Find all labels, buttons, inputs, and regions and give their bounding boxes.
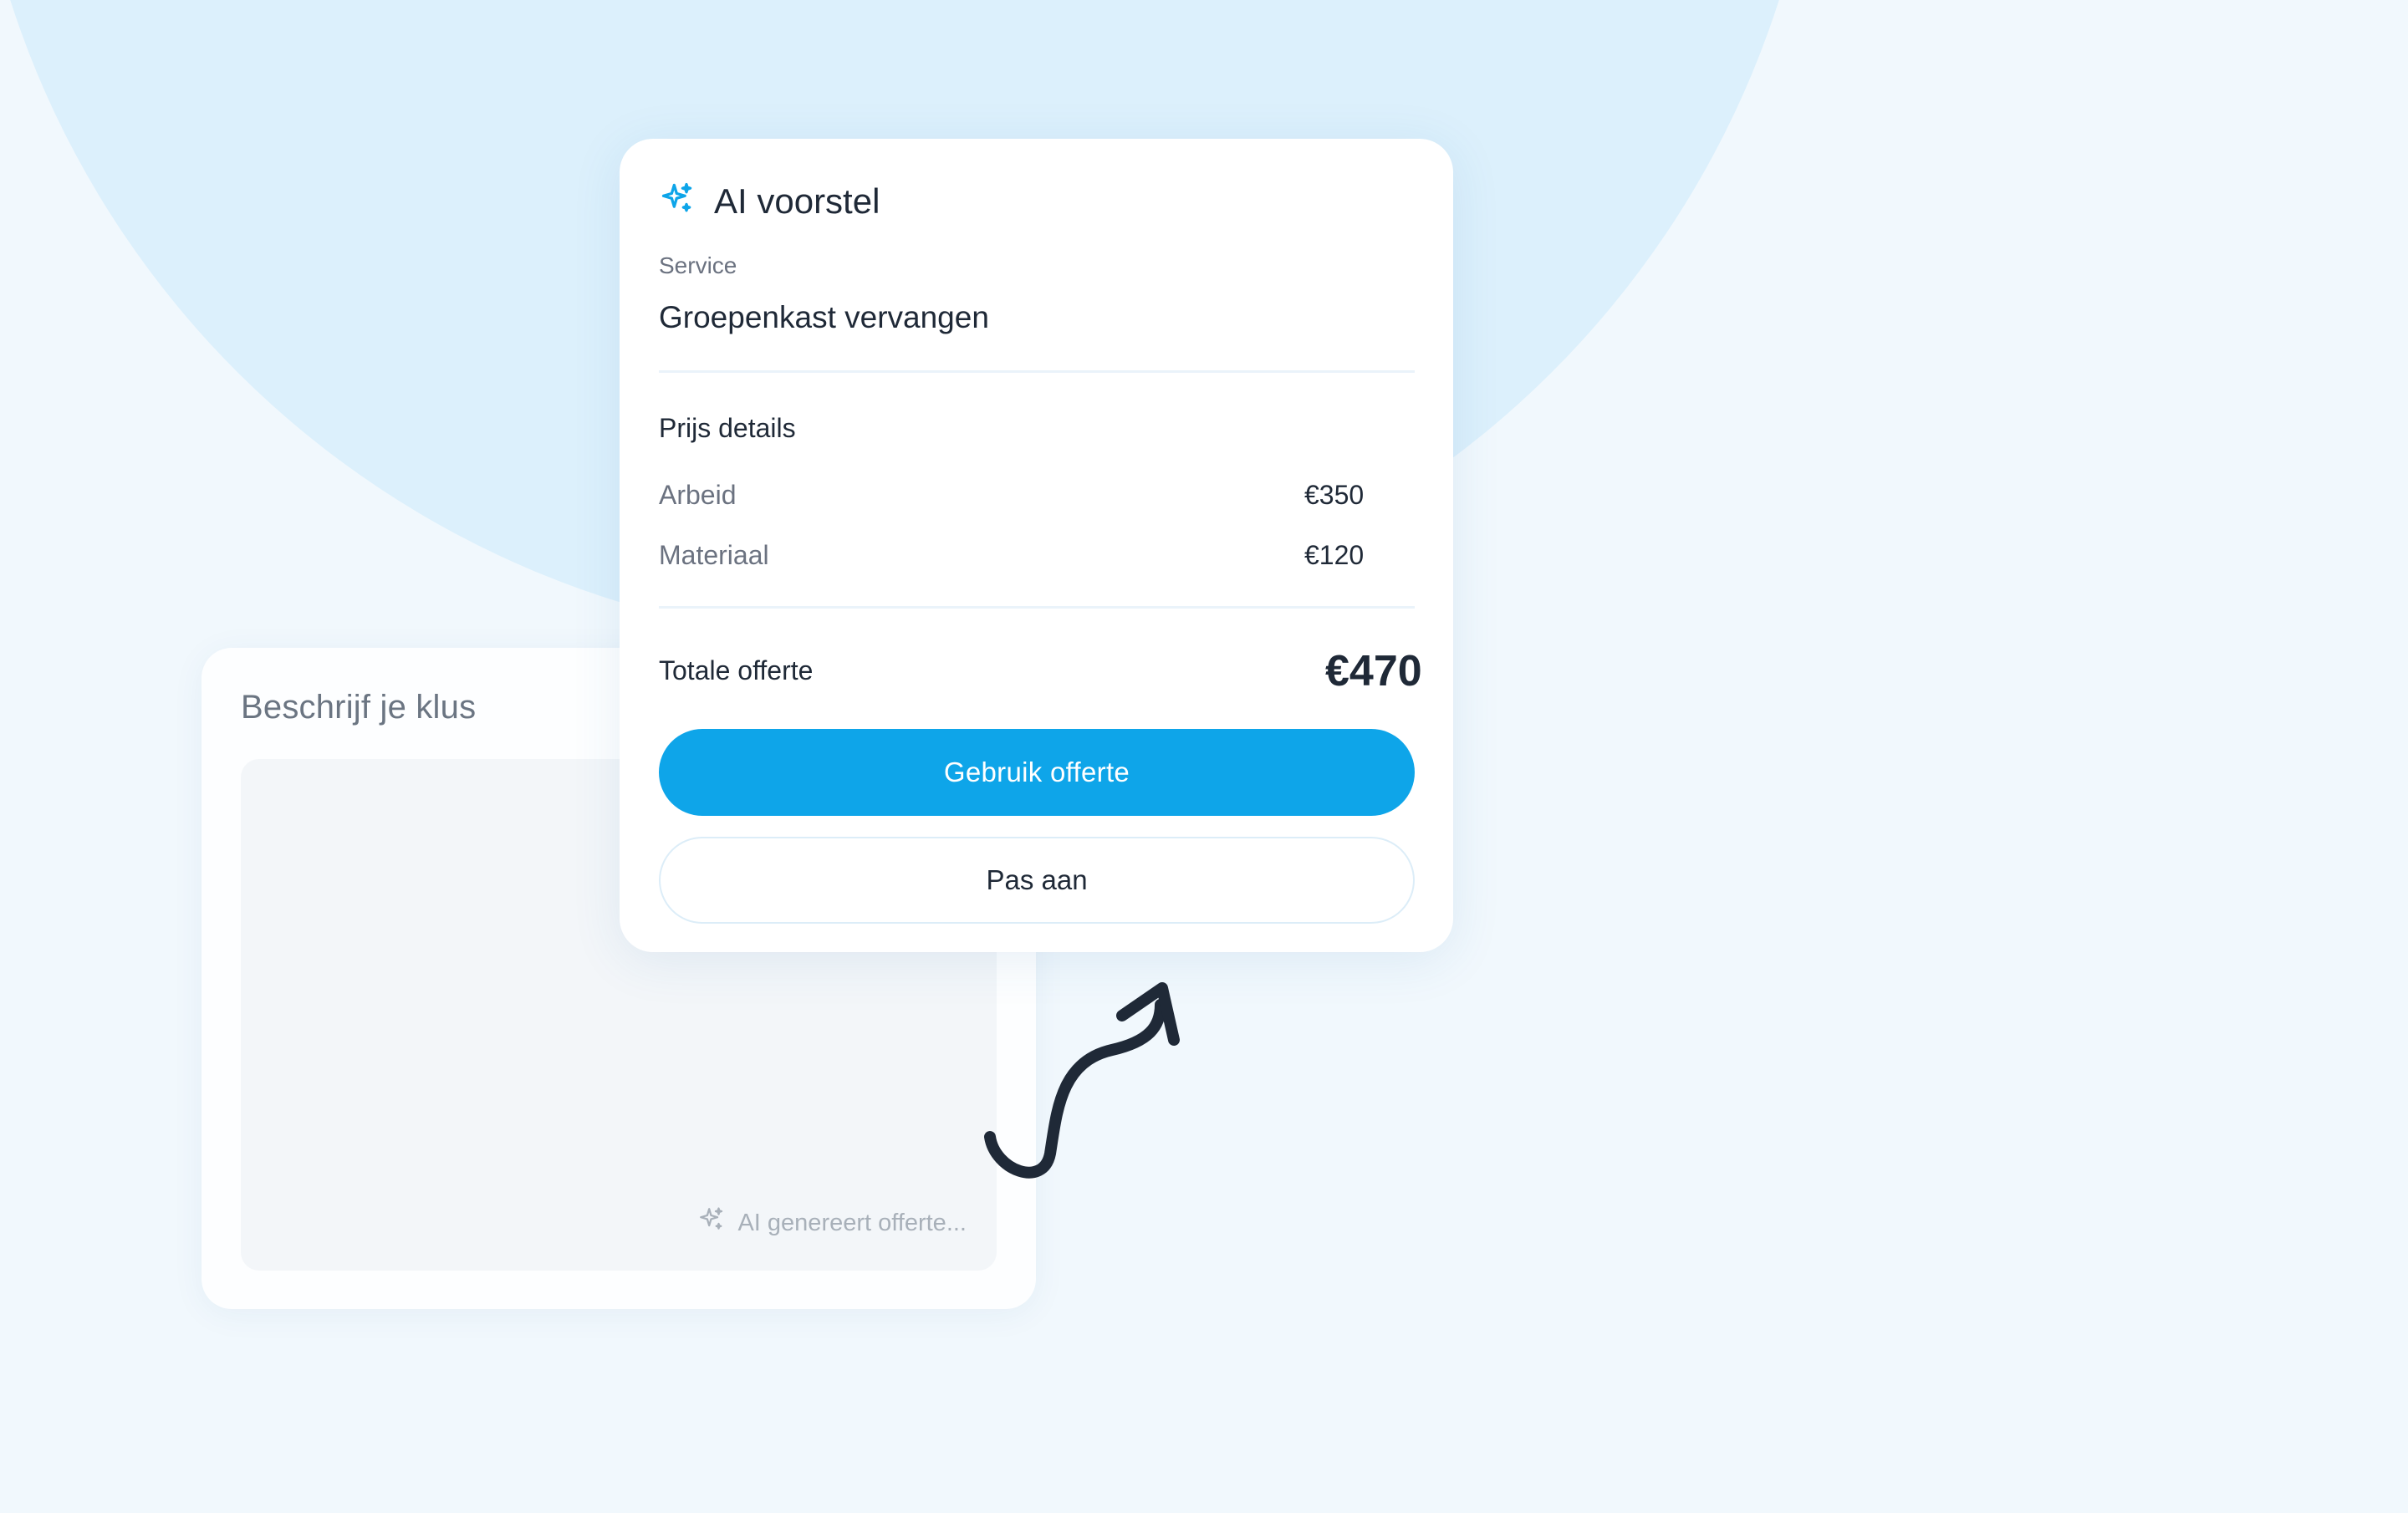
- total-value: €470: [1325, 647, 1422, 695]
- service-value: Groepenkast vervangen: [659, 300, 989, 334]
- total-label: Totale offerte: [659, 655, 814, 685]
- price-row-value: €350: [1304, 480, 1365, 510]
- divider: [659, 370, 1415, 373]
- use-quote-button[interactable]: Gebruik offerte: [659, 729, 1415, 816]
- ai-card-header: AI voorstel: [659, 181, 880, 222]
- ai-status-text: AI genereert offerte...: [737, 1209, 967, 1236]
- price-details-title: Prijs details: [659, 413, 796, 443]
- ai-card-title: AI voorstel: [714, 181, 880, 221]
- sparkle-icon: [697, 1205, 726, 1240]
- divider: [659, 606, 1415, 609]
- ai-generating-status: AI genereert offerte...: [697, 1205, 967, 1240]
- price-row-label: Materiaal: [659, 540, 769, 570]
- price-row-label: Arbeid: [659, 480, 737, 510]
- ai-proposal-card: AI voorstel Service Groepenkast vervange…: [620, 139, 1453, 952]
- curved-arrow-icon: [984, 982, 1180, 1179]
- service-label: Service: [659, 252, 737, 278]
- adjust-button[interactable]: Pas aan: [659, 837, 1415, 924]
- sparkle-icon: [659, 181, 696, 222]
- price-row-value: €120: [1304, 540, 1365, 570]
- job-card-title: Beschrijf je klus: [241, 689, 477, 726]
